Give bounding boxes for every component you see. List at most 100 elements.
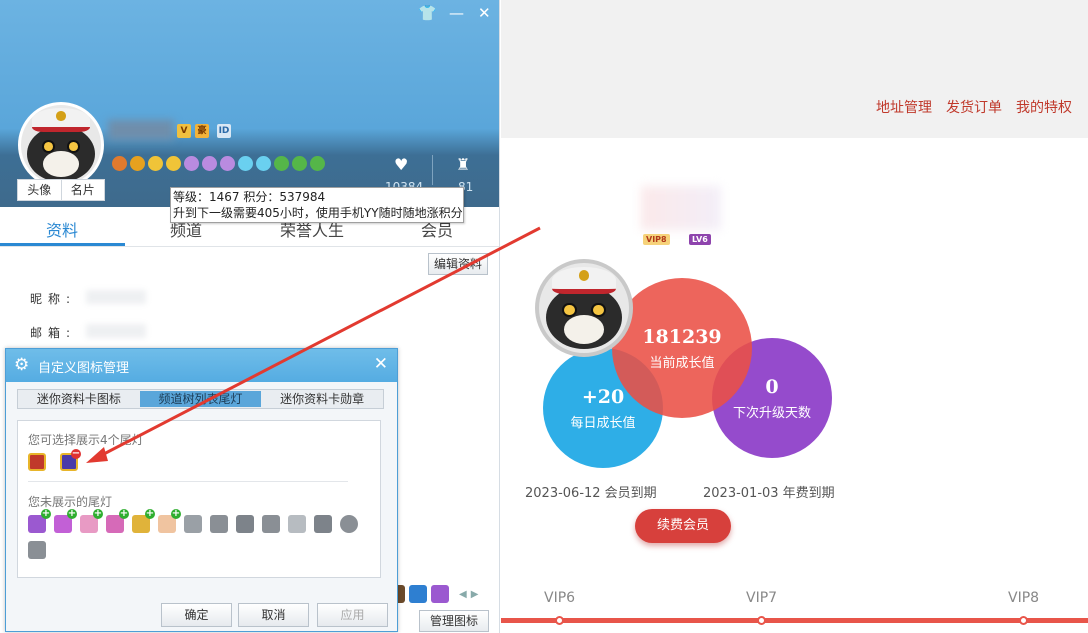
tab-mini-card-medals[interactable]: 迷你资料卡勋章 (261, 390, 383, 408)
taillight-icon[interactable] (28, 453, 46, 471)
shipping-orders-link[interactable]: 发货订单 (946, 97, 1002, 117)
add-taillight-icon[interactable] (132, 509, 155, 533)
manage-icons-button[interactable]: 管理图标 (419, 610, 489, 632)
edit-profile-button[interactable]: 编辑资料 (428, 253, 488, 275)
nickname-blurred (108, 120, 174, 140)
daily-growth-value: +20 (581, 385, 625, 408)
renew-membership-button[interactable]: 续费会员 (635, 509, 731, 543)
avatar[interactable] (18, 102, 104, 188)
vip-level-dot (555, 616, 564, 625)
upgrade-days-label: 下次升级天数 (732, 405, 811, 421)
tab-mini-card-icons[interactable]: 迷你资料卡图标 (18, 390, 140, 408)
icon-strip: ◀ ▶ (393, 585, 478, 603)
vip-badge: VIP8 (643, 234, 670, 245)
dialog-title: 自定义图标管理 (38, 361, 130, 376)
active-tab-indicator (0, 243, 125, 246)
taillight-icon[interactable] (28, 541, 46, 559)
trophy-medal-icon (148, 156, 163, 171)
username-blurred (641, 186, 721, 230)
trophy-medal-icon (166, 156, 181, 171)
shirt-icon[interactable]: 👕 (418, 4, 437, 22)
id-card-icon: ID (217, 124, 231, 138)
upgrade-days-value: 0 (765, 375, 779, 398)
diamond-medal-icon (238, 156, 253, 171)
vip-progress-track (501, 618, 1088, 623)
scroll-left-icon[interactable]: ◀ (459, 589, 467, 600)
minimize-icon[interactable]: — (449, 4, 464, 22)
divider (28, 481, 348, 482)
profile-header: 👕 — ✕ 头像 名片 V 豪 ID ♥ ♜ 81 (0, 0, 499, 207)
gear-icon: ⚙ (14, 355, 30, 375)
add-taillight-icon[interactable] (28, 509, 51, 533)
taillight-icon (409, 585, 427, 603)
crown-medal-icon (130, 156, 145, 171)
tab-profile[interactable]: 资料 (46, 217, 78, 241)
remove-taillight-icon[interactable] (60, 449, 81, 471)
hidden-taillights (28, 509, 358, 533)
ok-button[interactable]: 确定 (161, 603, 232, 627)
vip-level-label: VIP7 (746, 590, 778, 606)
leaf-medal-icon (310, 156, 325, 171)
current-growth-bubble: 181239 当前成长值 (612, 278, 752, 418)
taillight-icon[interactable] (236, 515, 254, 533)
shield-medal-icon (220, 156, 235, 171)
scroll-right-icon[interactable]: ▶ (471, 589, 479, 600)
taillight-panel: 您可选择展示4个尾灯 您未展示的尾灯 (17, 420, 381, 578)
avatar-tabs: 头像 名片 (17, 179, 105, 201)
shield-medal-icon (184, 156, 199, 171)
vip-level-label: VIP6 (544, 590, 576, 606)
current-growth-label: 当前成长值 (649, 355, 715, 371)
hidden-taillights-row-2 (28, 541, 46, 559)
divider (432, 155, 433, 185)
add-taillight-icon[interactable] (54, 509, 77, 533)
medal-row (112, 156, 325, 171)
rank-icon[interactable]: ♜ (456, 155, 470, 174)
heart-icon[interactable]: ♥ (394, 155, 408, 174)
taillight-icon[interactable] (340, 515, 358, 533)
top-bar: 地址管理 发货订单 我的特权 (501, 0, 1088, 138)
shown-taillights (28, 449, 81, 471)
diamond-medal-icon (256, 156, 271, 171)
shown-taillights-title: 您可选择展示4个尾灯 (28, 433, 144, 447)
tab-channel-taillights[interactable]: 频道树列表尾灯 (139, 391, 262, 407)
custom-icon-dialog: ⚙ 自定义图标管理 ✕ 迷你资料卡图标 频道树列表尾灯 迷你资料卡勋章 您可选择… (5, 348, 398, 632)
vip-level-icon: V (177, 124, 191, 138)
tooltip-upgrade-line: 升到下一级需要405小时，使用手机YY随时随地涨积分 (173, 206, 463, 220)
nickname-label: 昵称: (30, 292, 77, 306)
nickname-value-blurred (86, 290, 146, 304)
dialog-tabs: 迷你资料卡图标 频道树列表尾灯 迷你资料卡勋章 (17, 389, 384, 409)
vip-page: 地址管理 发货订单 我的特权 VIP8 LV6 +20 每日成长值 0 下次升级… (501, 0, 1088, 633)
close-icon[interactable]: ✕ (374, 354, 388, 374)
taillight-icon[interactable] (288, 515, 306, 533)
cancel-button[interactable]: 取消 (238, 603, 309, 627)
vip-level-dot (1019, 616, 1028, 625)
member-expiry: 2023-06-12 会员到期 (525, 486, 657, 501)
email-label: 邮箱: (30, 326, 77, 340)
dialog-titlebar[interactable]: ⚙ 自定义图标管理 ✕ (6, 349, 397, 382)
vip-avatar (535, 259, 633, 357)
vip-level-dot (757, 616, 766, 625)
crown-medal-icon (112, 156, 127, 171)
add-taillight-icon[interactable] (80, 509, 103, 533)
shield-medal-icon (202, 156, 217, 171)
add-taillight-icon[interactable] (106, 509, 129, 533)
leaf-medal-icon (292, 156, 307, 171)
annual-expiry: 2023-01-03 年费到期 (703, 486, 835, 501)
address-management-link[interactable]: 地址管理 (876, 97, 932, 117)
level-tooltip: 等级：1467 积分：537984 升到下一级需要405小时，使用手机YY随时随… (170, 187, 464, 223)
daily-growth-label: 每日成长值 (570, 415, 636, 431)
taillight-icon[interactable] (184, 515, 202, 533)
close-icon[interactable]: ✕ (478, 4, 491, 22)
taillight-icon[interactable] (314, 515, 332, 533)
noble-icon: 豪 (195, 124, 209, 138)
email-value-blurred (86, 324, 146, 338)
taillight-icon[interactable] (262, 515, 280, 533)
taillight-icon[interactable] (210, 515, 228, 533)
apply-button[interactable]: 应用 (317, 603, 388, 627)
my-privileges-link[interactable]: 我的特权 (1016, 97, 1072, 117)
card-tab[interactable]: 名片 (62, 180, 105, 200)
avatar-tab[interactable]: 头像 (18, 180, 62, 200)
add-taillight-icon[interactable] (158, 509, 181, 533)
level-badge: LV6 (689, 234, 711, 245)
vip-level-label: VIP8 (1008, 590, 1040, 606)
